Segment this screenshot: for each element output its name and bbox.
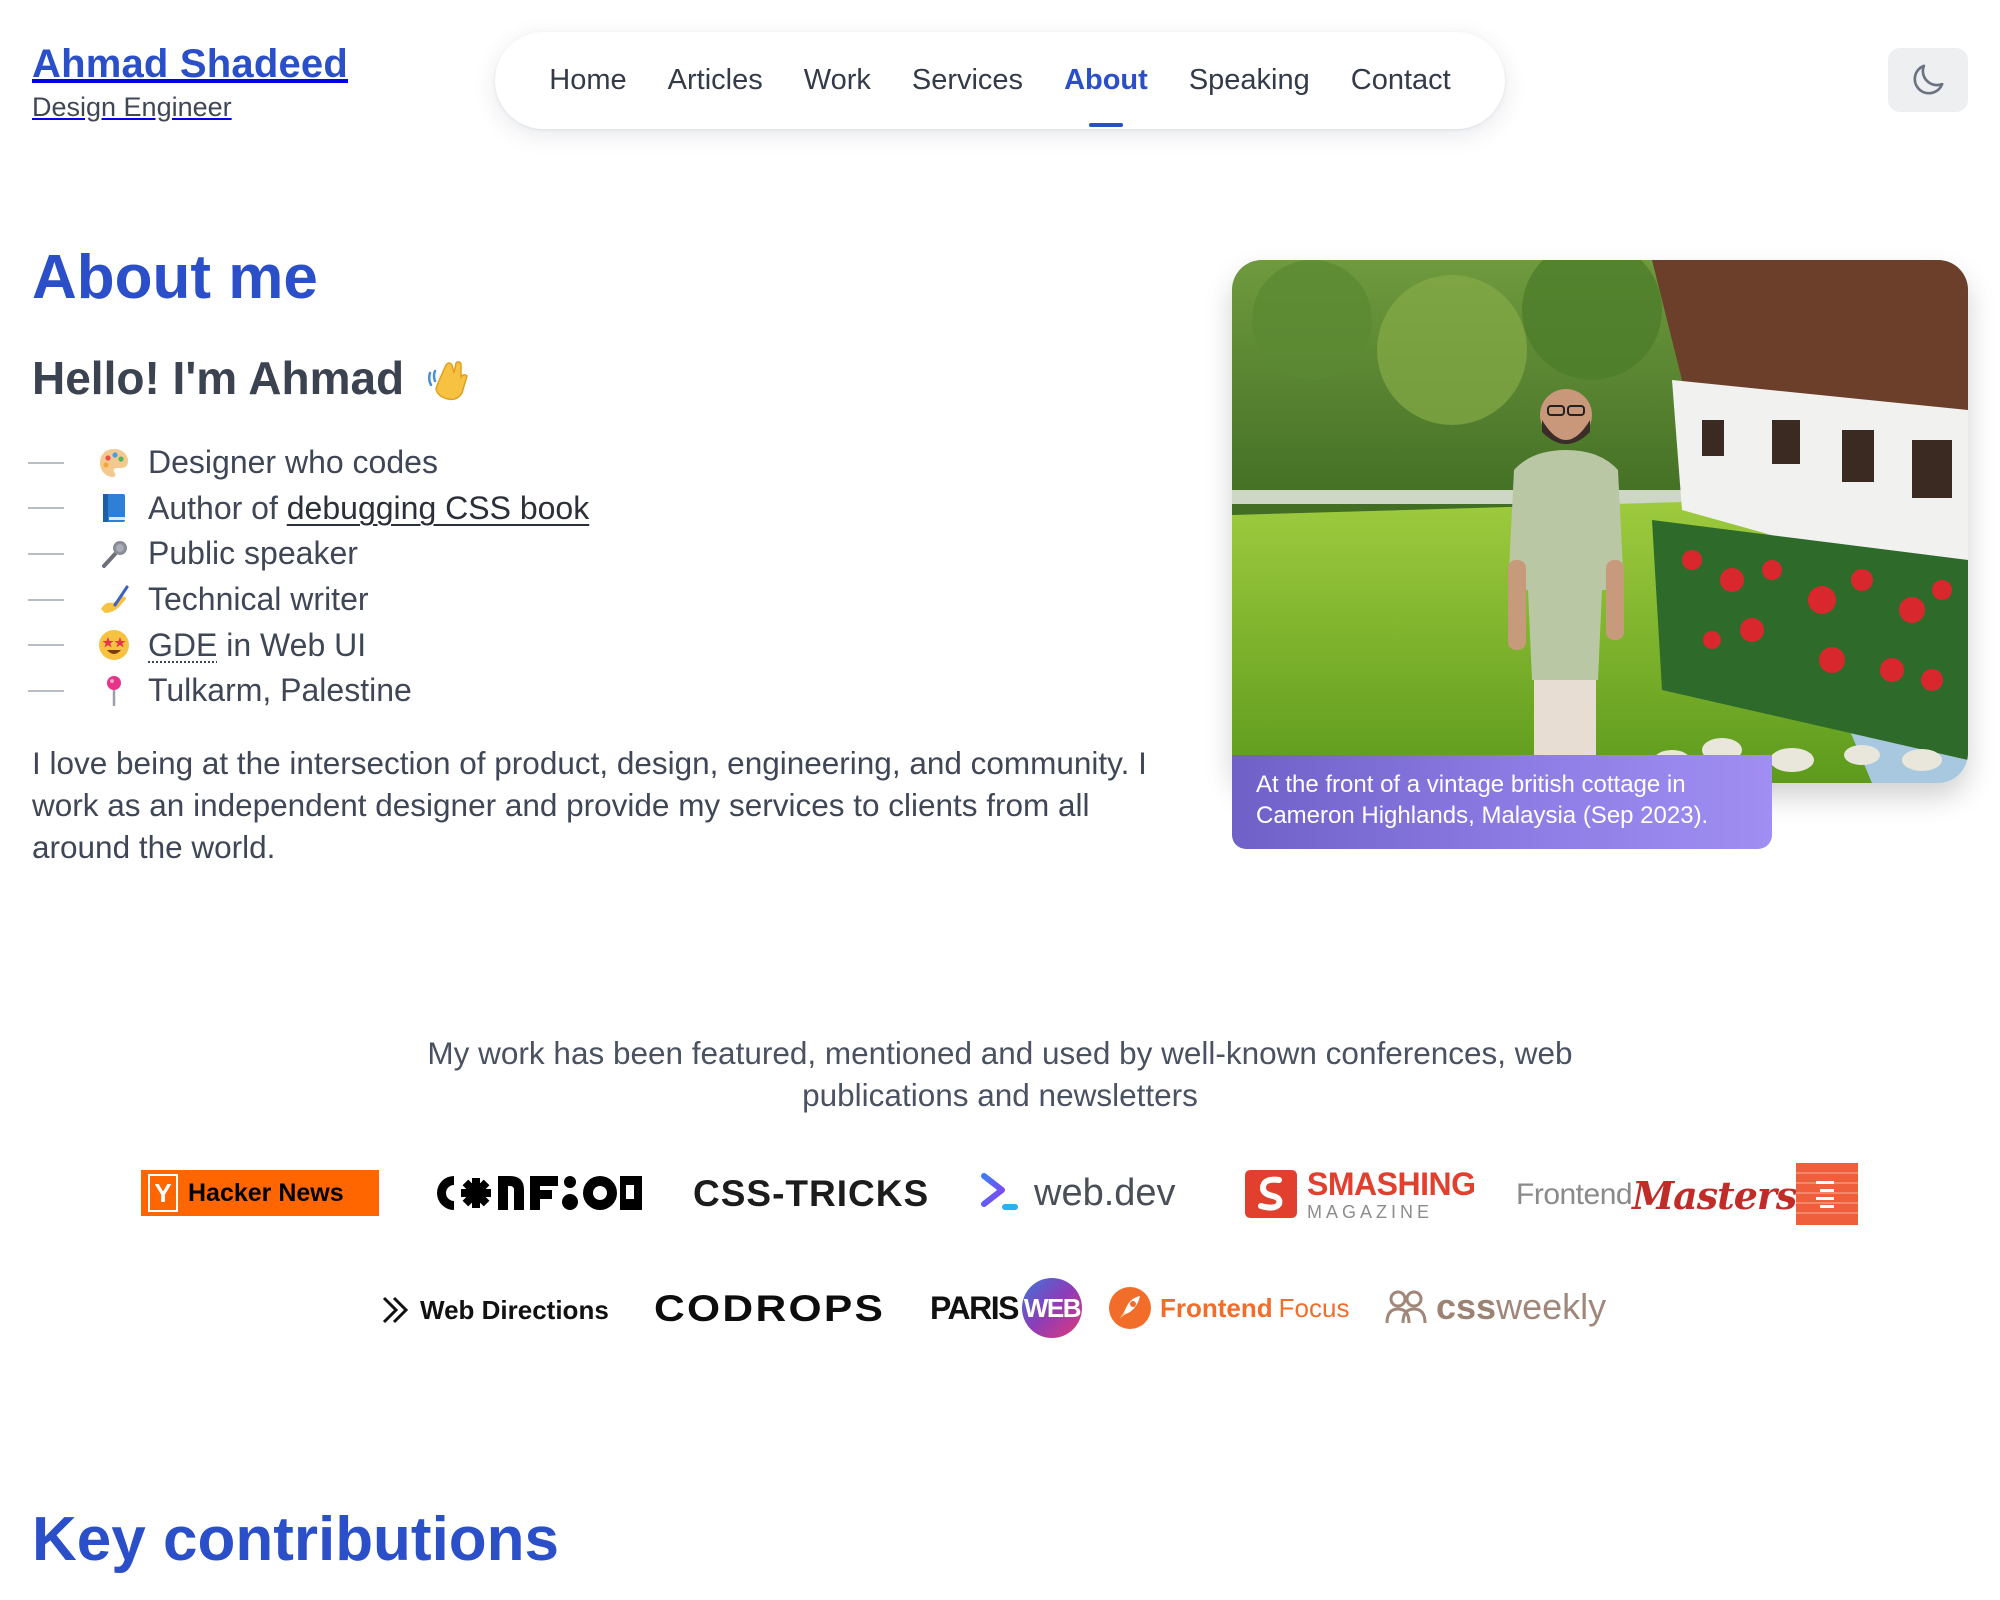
fact-item-author: Author of debugging CSS book [28, 486, 589, 532]
frontend-focus-logo[interactable]: Frontend Focus [1108, 1285, 1349, 1331]
web-directions-chevron-icon [382, 1296, 409, 1324]
theme-toggle-button[interactable] [1888, 48, 1968, 112]
config-logo[interactable] [430, 1170, 642, 1216]
fact-text: Technical writer [148, 581, 369, 618]
greeting-heading: Hello! I'm Ahmad [32, 348, 474, 408]
fact-text: Public speaker [148, 535, 358, 572]
css-weekly-bold: css [1436, 1286, 1497, 1327]
moon-icon [1913, 64, 1944, 95]
smashing-cat-icon [1245, 1170, 1297, 1218]
nav-home[interactable]: Home [549, 32, 626, 129]
nav-work[interactable]: Work [804, 32, 871, 129]
fact-item-gde: GDE in Web UI [28, 622, 589, 668]
frontend-masters-light: Frontend [1516, 1178, 1633, 1211]
debugging-css-book-link[interactable]: debugging CSS book [287, 490, 589, 527]
fact-item-location: Tulkarm, Palestine [28, 668, 589, 714]
fact-item-designer: Designer who codes [28, 440, 589, 486]
nav-articles[interactable]: Articles [668, 32, 763, 129]
paris-web-right: WEB [1021, 1278, 1082, 1338]
fact-text: Tulkarm, Palestine [148, 672, 412, 709]
waving-hand-icon [428, 360, 469, 401]
about-intro-paragraph: I love being at the intersection of prod… [32, 745, 1147, 865]
nav-speaking[interactable]: Speaking [1189, 32, 1310, 129]
profile-photo [1232, 260, 1968, 783]
hacker-news-badge: Y [148, 1174, 178, 1212]
web-dev-wordmark: web.dev [1034, 1171, 1176, 1214]
rocket-icon [1109, 1287, 1151, 1329]
star-struck-icon [96, 627, 132, 663]
menu-lines-icon [1796, 1163, 1858, 1225]
paris-web-left: PARIS [930, 1289, 1019, 1326]
css-tricks-wordmark: CSS-TRICKS [693, 1173, 930, 1214]
people-icon [1385, 1290, 1427, 1324]
fact-item-speaker: Public speaker [28, 531, 589, 577]
fact-prefix: Author of [148, 489, 287, 526]
nav-contact[interactable]: Contact [1351, 32, 1451, 129]
smashing-top: SMASHING [1307, 1165, 1476, 1202]
codrops-wordmark: CODROPS [654, 1288, 886, 1329]
list-dash [28, 461, 64, 464]
microphone-icon [96, 536, 132, 572]
css-weekly-logo[interactable]: css weekly [1384, 1284, 1606, 1330]
config-wordmark-icon [437, 1176, 642, 1210]
main-nav: Home Articles Work Services About Speaki… [495, 32, 1505, 129]
codrops-logo[interactable]: CODROPS [654, 1286, 883, 1332]
frontend-focus-light: Focus [1278, 1292, 1350, 1323]
smashing-wordmark: SMASHING MAGAZINE [1307, 1165, 1476, 1222]
pin-icon [96, 673, 132, 709]
book-icon [96, 490, 132, 526]
hacker-news-logo[interactable]: Y Hacker News [141, 1170, 379, 1216]
fact-item-writer: Technical writer [28, 577, 589, 623]
site-brand[interactable]: Ahmad Shadeed Design Engineer [32, 40, 348, 124]
palette-icon [96, 445, 132, 481]
list-dash [28, 598, 64, 601]
gde-abbreviation[interactable]: GDE [148, 627, 217, 664]
frontend-focus-bold: Frontend [1160, 1292, 1273, 1323]
fact-text: Designer who codes [148, 444, 438, 481]
nav-services[interactable]: Services [912, 32, 1023, 129]
list-dash [28, 689, 64, 692]
page-title: About me [32, 243, 318, 312]
web-directions-logo[interactable]: Web Directions [380, 1290, 609, 1330]
list-dash [28, 507, 64, 510]
codepen-like-logo[interactable] [1796, 1163, 1858, 1225]
writing-hand-icon [96, 582, 132, 618]
frontend-masters-logo[interactable]: Frontend Masters [1516, 1170, 1797, 1220]
web-dev-icon [981, 1173, 1018, 1210]
smashing-bottom: MAGAZINE [1307, 1201, 1434, 1222]
site-role: Design Engineer [32, 92, 232, 122]
hacker-news-name: Hacker News [188, 1178, 344, 1207]
paris-web-logo[interactable]: PARIS WEB [930, 1276, 1082, 1340]
css-weekly-light: weekly [1496, 1286, 1607, 1327]
fact-suffix: in Web UI [217, 626, 367, 663]
smashing-magazine-logo[interactable]: SMASHING MAGAZINE [1243, 1165, 1476, 1222]
list-dash [28, 644, 64, 647]
nav-about[interactable]: About [1064, 32, 1148, 129]
web-dev-logo[interactable]: web.dev [980, 1170, 1176, 1216]
css-tricks-logo[interactable]: CSS-TRICKS [693, 1172, 929, 1216]
web-directions-wordmark: Web Directions [420, 1294, 609, 1325]
photo-caption: At the front of a vintage british cottag… [1232, 755, 1772, 849]
about-facts-list: Designer who codes Author of debugging C… [28, 440, 589, 714]
greeting-text: Hello! I'm Ahmad [32, 352, 405, 404]
list-dash [28, 552, 64, 555]
site-name: Ahmad Shadeed [32, 42, 348, 86]
key-contributions-heading: Key contributions [32, 1505, 560, 1574]
featured-intro: My work has been featured, mentioned and… [427, 1035, 1573, 1113]
frontend-masters-script: Masters [1632, 1172, 1797, 1218]
